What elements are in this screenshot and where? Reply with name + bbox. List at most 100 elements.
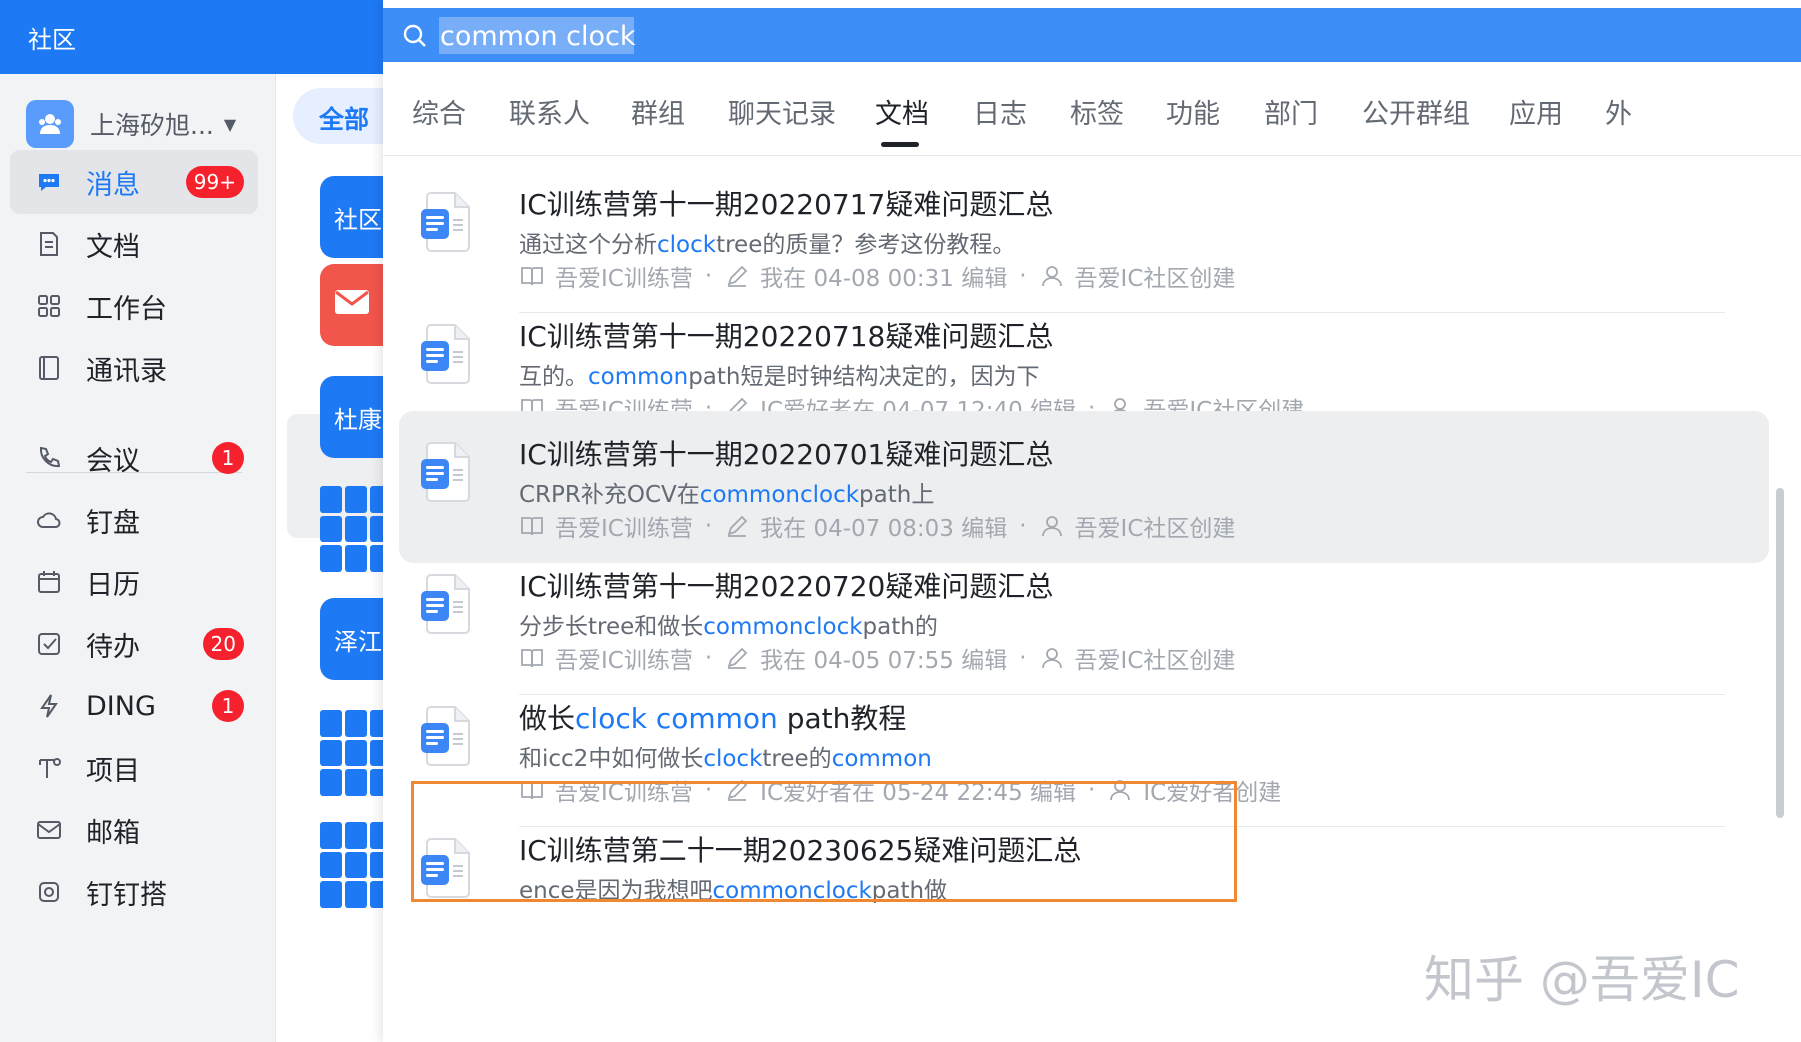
sidebar-item-label: 项目 xyxy=(86,755,140,787)
meta-separator: · xyxy=(704,263,713,289)
calendar-icon xyxy=(34,567,64,597)
sidebar-item-mail[interactable]: 邮箱 xyxy=(10,798,258,862)
sidebar-item-workbench[interactable]: 工作台 xyxy=(10,274,258,338)
conversation-avatar[interactable] xyxy=(320,264,383,346)
tab-public-groups[interactable]: 公开群组 xyxy=(1362,92,1470,131)
meta-separator: · xyxy=(1019,645,1027,671)
tab-docs[interactable]: 文档 xyxy=(875,92,929,131)
result-snippet: 分步长tree和做长commonclockpath的 xyxy=(519,607,938,641)
result-creator: 吾爱IC社区创建 xyxy=(1074,266,1236,292)
sidebar-item-messages[interactable]: 消息 99+ xyxy=(10,150,258,214)
result-title: IC训练营第十一期20220718疑难问题汇总 xyxy=(519,315,1053,355)
result-title: IC训练营第十一期20220720疑难问题汇总 xyxy=(519,565,1053,605)
org-name: 上海矽旭... xyxy=(90,111,214,140)
snippet-segment: tree的 xyxy=(762,746,832,772)
sidebar-item-todo[interactable]: 待办 20 xyxy=(10,612,258,676)
search-result-row[interactable]: IC训练营第十一期20220720疑难问题汇总 分步长tree和做长commonc… xyxy=(399,543,1769,695)
title-segment: IC训练营第十一期20220701疑难问题汇总 xyxy=(519,438,1054,471)
result-title: IC训练营第十一期20220701疑难问题汇总 xyxy=(519,433,1053,473)
search-input[interactable] xyxy=(440,17,1340,55)
sidebar-item-contacts[interactable]: 通讯录 xyxy=(10,336,258,400)
document-file-icon xyxy=(421,705,473,767)
snippet-segment: 和icc2中如何做长 xyxy=(519,746,704,772)
tab-tags[interactable]: 标签 xyxy=(1070,92,1124,131)
search-result-row[interactable]: IC训练营第十一期20220701疑难问题汇总 CRPR补充OCV在commonc… xyxy=(399,411,1769,563)
tab-chat-history[interactable]: 聊天记录 xyxy=(728,92,836,131)
document-file-icon xyxy=(421,191,473,253)
sidebar-item-label: 消息 xyxy=(86,169,140,201)
book-icon xyxy=(519,513,545,539)
conversation-avatar-label: 泽江 xyxy=(334,627,382,656)
search-tabs: 综合 联系人 群组 聊天记录 文档 日志 标签 功能 部门 公开群组 应用 外 xyxy=(383,62,1801,156)
apps-grid-icon xyxy=(34,291,64,321)
app-brand[interactable]: 社区 xyxy=(28,20,76,55)
sidebar-item-meeting[interactable]: 会议 1 xyxy=(10,426,258,490)
project-icon xyxy=(34,753,64,783)
result-meta: 吾爱IC训练营 · 我在 04-05 07:55 编辑 · 吾爱IC社区创建 xyxy=(519,641,1235,675)
org-switcher[interactable]: 上海矽旭... ▼ xyxy=(26,100,236,148)
result-edit-info: 我在 04-07 08:03 编辑 xyxy=(760,516,1008,542)
org-logo-icon xyxy=(26,100,74,148)
result-space: 吾爱IC训练营 xyxy=(555,516,693,542)
document-icon xyxy=(34,229,64,259)
tab-features[interactable]: 功能 xyxy=(1166,92,1220,131)
title-segment: 做长 xyxy=(519,702,576,735)
search-result-row[interactable]: IC训练营第十一期20220717疑难问题汇总 通过这个分析clocktree的质… xyxy=(399,161,1769,313)
snippet-segment: path短是时钟结构决定的，因为下 xyxy=(688,364,1040,390)
snippet-segment: path的 xyxy=(862,614,938,640)
user-icon xyxy=(1107,777,1133,803)
book-icon xyxy=(519,263,545,289)
builder-icon xyxy=(34,877,64,907)
search-result-row[interactable]: IC训练营第二十一期20230625疑难问题汇总 ence是因为我想吧common… xyxy=(399,807,1769,959)
active-tab-indicator xyxy=(881,142,919,147)
conversation-avatar[interactable]: 杜康 xyxy=(320,376,383,458)
snippet-segment: commonclock xyxy=(712,878,872,904)
sidebar-item-ding[interactable]: DING 1 xyxy=(10,674,258,738)
search-panel: 综合 联系人 群组 聊天记录 文档 日志 标签 功能 部门 公开群组 应用 外 … xyxy=(383,0,1801,1042)
tab-all[interactable]: 综合 xyxy=(412,92,466,131)
tab-more[interactable]: 外 xyxy=(1605,92,1632,131)
snippet-segment: CRPR补充OCV在 xyxy=(519,482,700,508)
result-snippet: 通过这个分析clocktree的质量？参考这份教程。 xyxy=(519,225,1015,259)
group-avatar-grid[interactable] xyxy=(320,710,383,796)
conversation-avatar[interactable]: 泽江 xyxy=(320,598,383,680)
sidebar-item-builder[interactable]: 钉钉搭 xyxy=(10,860,258,924)
tab-apps[interactable]: 应用 xyxy=(1509,92,1563,131)
user-icon xyxy=(1039,263,1065,289)
search-result-row[interactable]: 做长clock common path教程 和icc2中如何做长clocktree… xyxy=(399,675,1769,827)
sidebar-item-label: 通讯录 xyxy=(86,355,167,387)
phone-meeting-icon xyxy=(34,443,64,473)
conversation-avatar[interactable]: 社区 xyxy=(320,176,383,258)
edit-pen-icon xyxy=(724,513,750,539)
title-segment: IC训练营第十一期20220720疑难问题汇总 xyxy=(519,570,1054,603)
message-icon xyxy=(34,167,64,197)
tab-contacts[interactable]: 联系人 xyxy=(509,92,590,131)
tab-groups[interactable]: 群组 xyxy=(631,92,685,131)
snippet-segment: common xyxy=(831,746,932,772)
snippet-segment: path上 xyxy=(859,482,935,508)
sidebar-item-label: 工作台 xyxy=(86,293,167,325)
snippet-segment: path做 xyxy=(871,878,948,904)
sidebar-item-label: 邮箱 xyxy=(86,817,140,849)
snippet-segment: ence是因为我想吧 xyxy=(519,878,713,904)
sidebar-item-calendar[interactable]: 日历 xyxy=(10,550,258,614)
document-file-icon xyxy=(421,837,473,899)
conversation-list: 全部 社区 杜康 泽江 xyxy=(277,74,383,1042)
sidebar-item-label: 钉钉搭 xyxy=(86,879,167,911)
sidebar-item-drive[interactable]: 钉盘 xyxy=(10,488,258,552)
sidebar-item-label: 会议 xyxy=(86,445,140,477)
results-scrollbar[interactable] xyxy=(1776,488,1784,818)
group-avatar-grid[interactable] xyxy=(320,822,383,908)
sidebar-item-project[interactable]: 项目 xyxy=(10,736,258,800)
tab-departments[interactable]: 部门 xyxy=(1264,92,1318,131)
document-file-icon xyxy=(421,441,473,503)
tab-logs[interactable]: 日志 xyxy=(973,92,1027,131)
title-segment: clock common xyxy=(575,702,778,735)
user-icon xyxy=(1039,645,1065,671)
sidebar-item-docs[interactable]: 文档 xyxy=(10,212,258,276)
result-edit-info: 我在 04-08 00:31 编辑 xyxy=(760,266,1008,292)
group-avatar-grid[interactable] xyxy=(320,486,383,572)
result-edit-info: IC爱好者在 05-24 22:45 编辑 xyxy=(760,780,1077,806)
lightning-icon xyxy=(34,691,64,721)
snippet-segment: 互的。 xyxy=(519,364,588,390)
